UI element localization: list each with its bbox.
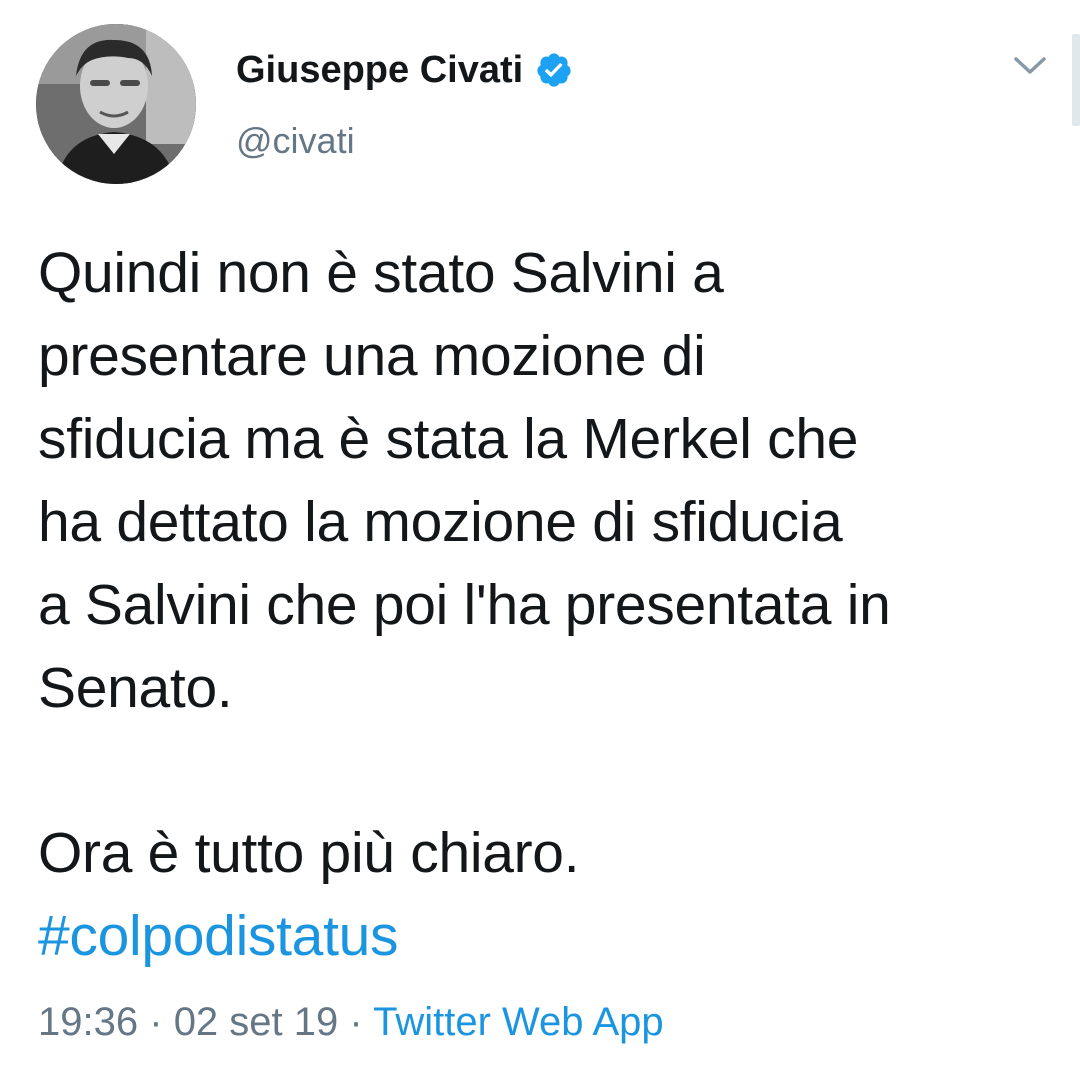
avatar-photo (36, 24, 196, 184)
author-handle[interactable]: @civati (236, 120, 355, 162)
author-display-name[interactable]: Giuseppe Civati (236, 49, 523, 92)
tweet-text: Quindi non è stato Salvini a presentare … (38, 241, 891, 720)
tweet-date[interactable]: 02 set 19 (174, 1000, 339, 1044)
verified-badge-icon (535, 51, 573, 89)
chevron-down-icon[interactable] (1010, 50, 1050, 80)
scrollbar[interactable] (1072, 34, 1080, 126)
meta-separator: · (149, 1000, 163, 1044)
tweet-meta: 19:36 · 02 set 19 · Twitter Web App (38, 996, 664, 1048)
tweet-time[interactable]: 19:36 (38, 1000, 138, 1044)
avatar[interactable] (36, 24, 196, 184)
tweet-source-link[interactable]: Twitter Web App (373, 1000, 664, 1044)
tweet-text-closing: Ora è tutto più chiaro. (38, 821, 580, 885)
hashtag-link[interactable]: #colpodistatus (38, 895, 399, 978)
meta-separator: · (349, 1000, 363, 1044)
author-name-row[interactable]: Giuseppe Civati (236, 44, 573, 96)
